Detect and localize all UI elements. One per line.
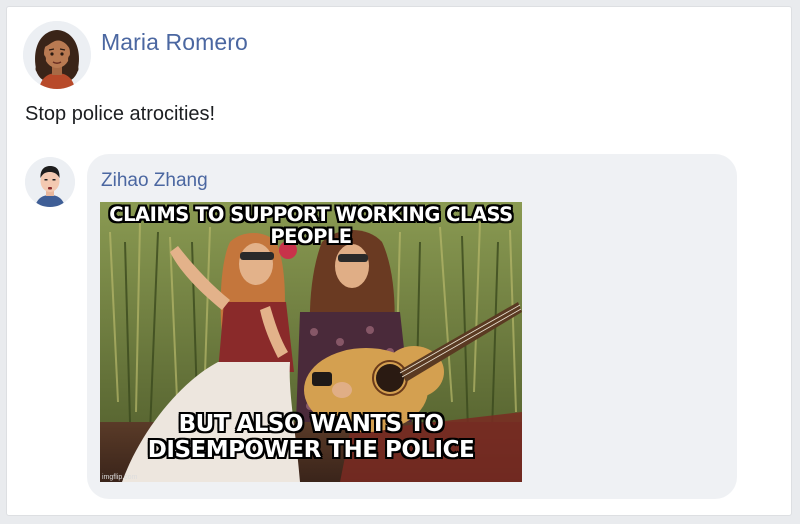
meme-top-text: CLAIMS TO SUPPORT WORKING CLASS PEOPLE [109,203,513,248]
meme-image[interactable]: CLAIMS TO SUPPORT WORKING CLASS PEOPLE B… [100,202,522,482]
woman-avatar-icon[interactable] [23,21,91,89]
meme-bottom-text: BUT ALSO WANTS TO DISEMPOWER THE POLICE [100,411,522,464]
post-author-name[interactable]: Maria Romero [101,29,248,56]
man-avatar-icon[interactable] [25,157,75,207]
meme-watermark: imgflip.com [102,474,138,481]
meme-bottom-line1: BUT ALSO WANTS TO [178,411,444,437]
meme-bottom-line2: DISEMPOWER THE POLICE [147,436,475,463]
comment-bubble: Zihao Zhang CLAIMS TO SUPPORT WORKING CL… [87,154,737,499]
post-card: Maria Romero Stop police atrocities! Zih… [6,6,792,516]
comment-author-name[interactable]: Zihao Zhang [101,170,208,192]
post-text: Stop police atrocities! [25,103,216,125]
